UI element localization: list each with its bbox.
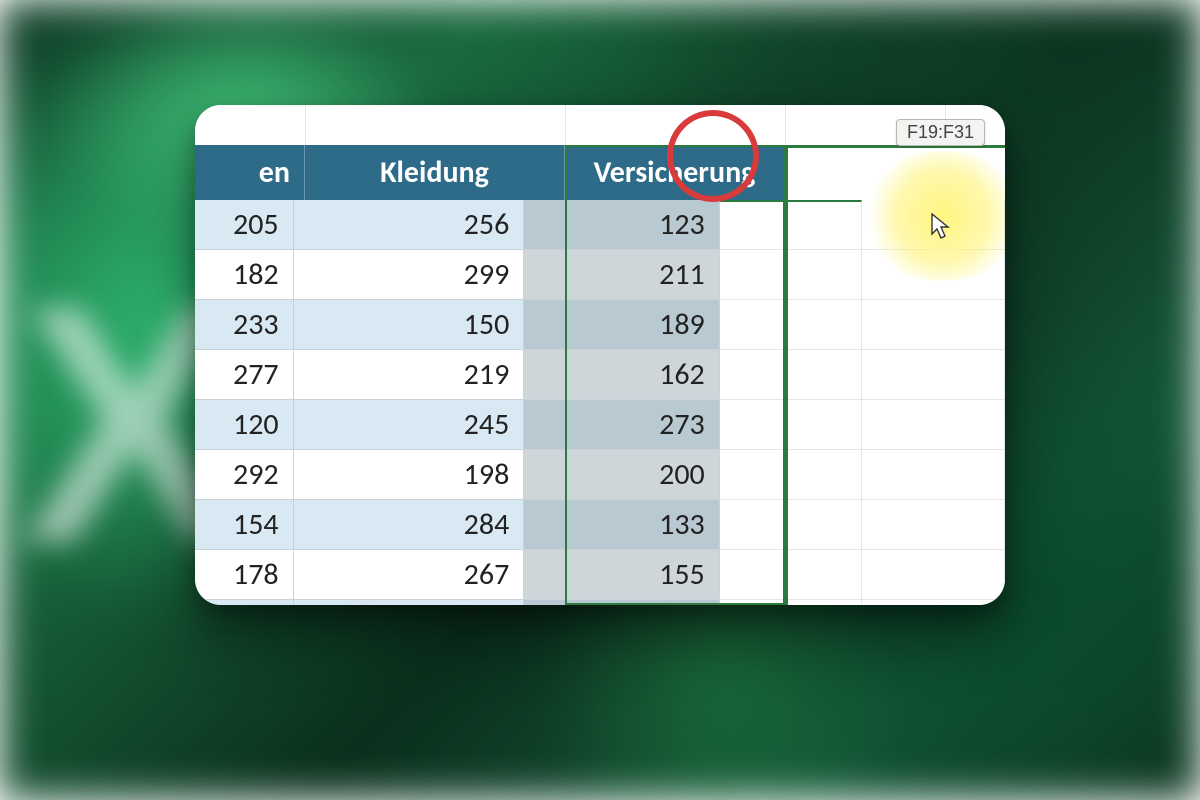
table-row: 154 284 133 — [195, 500, 1005, 550]
table-body: 205 256 123 182 299 211 233 150 189 — [195, 200, 1005, 605]
cell-empty[interactable] — [720, 400, 863, 450]
table-row: 178 267 155 — [195, 550, 1005, 600]
table-row: 205 256 123 — [195, 200, 1005, 250]
cell-empty[interactable] — [862, 350, 1005, 400]
spreadsheet[interactable]: F19:F31 en Kleidung Versicherung 205 256… — [195, 105, 1005, 605]
cell[interactable]: 205 — [195, 200, 294, 250]
column-header-kleidung[interactable]: Kleidung — [305, 145, 565, 200]
cell[interactable]: 150 — [294, 300, 525, 350]
cell[interactable]: 155 — [524, 550, 719, 600]
cell[interactable]: 133 — [524, 500, 719, 550]
table-row: 292 198 200 — [195, 450, 1005, 500]
cell-empty[interactable] — [862, 200, 1005, 250]
cell[interactable] — [294, 600, 525, 605]
cell-empty[interactable] — [862, 400, 1005, 450]
cell-empty[interactable] — [862, 250, 1005, 300]
cell-empty[interactable] — [720, 450, 863, 500]
cell[interactable]: 120 — [195, 400, 294, 450]
cell[interactable]: 198 — [294, 450, 525, 500]
cell[interactable]: 233 — [195, 300, 294, 350]
table-row: 233 150 189 — [195, 300, 1005, 350]
cell[interactable] — [195, 600, 294, 605]
cell-empty[interactable] — [720, 300, 863, 350]
cell[interactable] — [524, 600, 719, 605]
cell[interactable]: 245 — [294, 400, 525, 450]
cell[interactable]: 178 — [195, 550, 294, 600]
cell[interactable]: 123 — [524, 200, 719, 250]
cell[interactable]: 219 — [294, 350, 525, 400]
cell[interactable]: 256 — [294, 200, 525, 250]
cell-empty[interactable] — [862, 300, 1005, 350]
range-tooltip: F19:F31 — [896, 119, 985, 146]
cell-empty[interactable] — [862, 500, 1005, 550]
cell[interactable]: 162 — [524, 350, 719, 400]
cell[interactable]: 284 — [294, 500, 525, 550]
cell[interactable]: 154 — [195, 500, 294, 550]
cell-empty[interactable] — [720, 350, 863, 400]
cell-empty[interactable] — [720, 600, 863, 605]
cell-empty[interactable] — [720, 550, 863, 600]
cell-empty[interactable] — [720, 250, 863, 300]
column-header-versicherung[interactable]: Versicherung — [565, 145, 785, 200]
cell[interactable]: 200 — [524, 450, 719, 500]
cell-empty[interactable] — [720, 500, 863, 550]
table-row: 182 299 211 — [195, 250, 1005, 300]
cell[interactable]: 273 — [524, 400, 719, 450]
cell-empty[interactable] — [720, 200, 863, 250]
cell[interactable]: 299 — [294, 250, 525, 300]
cell-empty[interactable] — [862, 550, 1005, 600]
cell[interactable]: 211 — [524, 250, 719, 300]
cell[interactable]: 182 — [195, 250, 294, 300]
cell-empty[interactable] — [862, 600, 1005, 605]
column-header-partial[interactable]: en — [195, 145, 305, 200]
screenshot-card: F19:F31 en Kleidung Versicherung 205 256… — [195, 105, 1005, 605]
cell-empty[interactable] — [862, 450, 1005, 500]
cell[interactable]: 292 — [195, 450, 294, 500]
cell[interactable]: 189 — [524, 300, 719, 350]
cell[interactable]: 267 — [294, 550, 525, 600]
table-row: 277 219 162 — [195, 350, 1005, 400]
table-header-row: en Kleidung Versicherung — [195, 145, 1005, 200]
sheet-top-strip — [195, 105, 1005, 145]
table-row — [195, 600, 1005, 605]
cell[interactable]: 277 — [195, 350, 294, 400]
table-row: 120 245 273 — [195, 400, 1005, 450]
